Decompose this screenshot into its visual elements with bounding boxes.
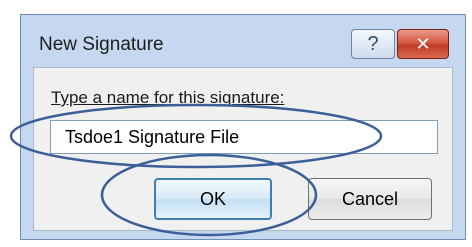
- help-button[interactable]: ?: [351, 29, 395, 59]
- close-button[interactable]: ✕: [397, 29, 449, 59]
- signature-name-label: Type a name for this signature:: [51, 88, 285, 107]
- new-signature-dialog: New Signature ? ✕ Type a name for this s…: [20, 14, 466, 240]
- close-icon: ✕: [415, 33, 431, 54]
- dialog-title: New Signature: [39, 34, 164, 55]
- cancel-button[interactable]: Cancel: [308, 178, 432, 220]
- ok-button[interactable]: OK: [154, 178, 272, 220]
- help-icon: ?: [367, 32, 379, 55]
- signature-name-input[interactable]: [50, 120, 438, 154]
